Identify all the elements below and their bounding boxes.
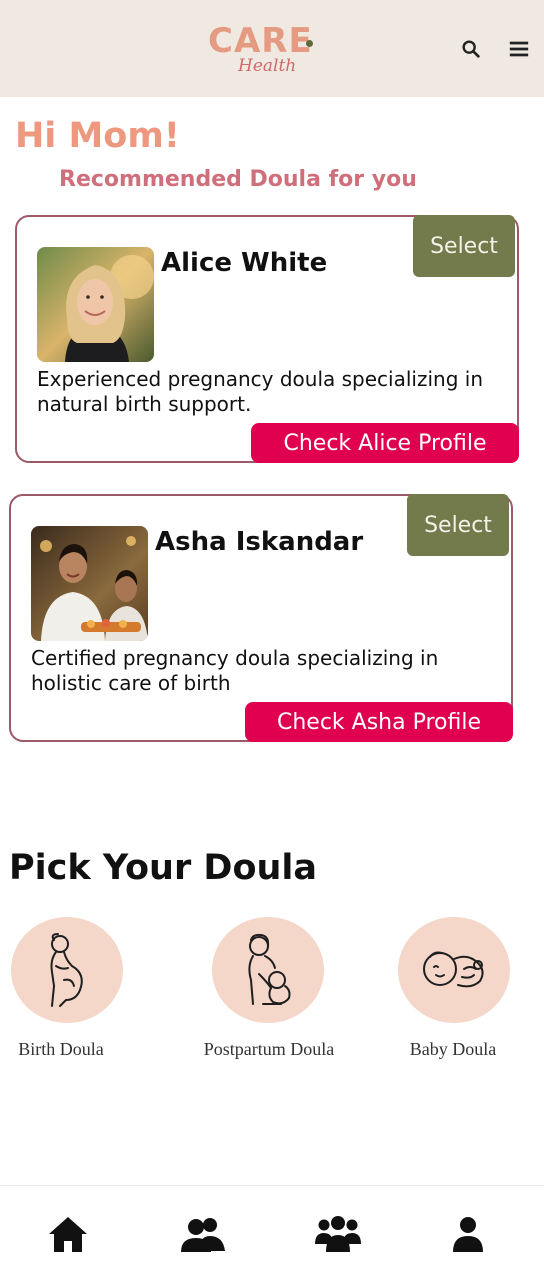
doula-card-asha: Asha Iskandar Certified pregnancy doula … — [9, 494, 513, 742]
birth-doula-circle[interactable] — [11, 917, 123, 1023]
greeting-heading: Hi Mom! — [15, 116, 180, 156]
app-logo[interactable]: CARE Health — [208, 22, 328, 82]
doula-name-alice: Alice White — [161, 248, 328, 278]
logo-care-text: CARE — [208, 21, 313, 61]
check-alice-profile-button[interactable]: Check Alice Profile — [251, 423, 519, 463]
nav-doulas[interactable] — [179, 1212, 227, 1256]
bottom-navigation — [0, 1185, 544, 1270]
select-alice-button[interactable]: Select — [413, 215, 515, 277]
postpartum-doula-label: Postpartum Doula — [203, 1039, 335, 1059]
birth-doula-label: Birth Doula — [18, 1039, 104, 1059]
nav-community[interactable] — [314, 1212, 362, 1256]
doula-description-asha: Certified pregnancy doula specializing i… — [31, 646, 439, 695]
nav-profile[interactable] — [444, 1212, 492, 1256]
pick-doula-heading: Pick Your Doula — [9, 848, 318, 888]
pregnant-woman-icon — [50, 933, 83, 1007]
hamburger-menu-icon — [509, 41, 529, 57]
two-users-icon — [181, 1218, 225, 1252]
logo-dot — [306, 40, 313, 47]
check-asha-profile-button[interactable]: Check Asha Profile — [245, 702, 513, 742]
menu-button[interactable] — [506, 36, 532, 62]
doula-photo-asha — [31, 526, 148, 641]
doula-card-alice: Alice White Experienced pregnancy doula … — [15, 215, 519, 463]
postpartum-doula-circle[interactable] — [212, 917, 324, 1023]
select-asha-button[interactable]: Select — [407, 494, 509, 556]
home-icon — [49, 1217, 87, 1252]
search-icon — [462, 40, 480, 58]
doula-photo-alice — [37, 247, 154, 362]
recommended-subtitle: Recommended Doula for you — [59, 167, 417, 192]
nav-home[interactable] — [44, 1212, 92, 1256]
group-icon — [315, 1216, 361, 1252]
doula-description-alice: Experienced pregnancy doula specializing… — [37, 367, 483, 416]
profile-icon — [453, 1217, 483, 1252]
mother-baby-icon — [248, 933, 291, 1005]
logo-health-text: Health — [238, 56, 297, 76]
baby-doula-label: Baby Doula — [409, 1039, 497, 1059]
app-header: CARE Health — [0, 0, 544, 97]
doula-name-asha: Asha Iskandar — [155, 527, 364, 557]
newborn-baby-icon — [423, 951, 484, 988]
baby-doula-circle[interactable] — [398, 917, 510, 1023]
search-button[interactable] — [458, 36, 484, 62]
